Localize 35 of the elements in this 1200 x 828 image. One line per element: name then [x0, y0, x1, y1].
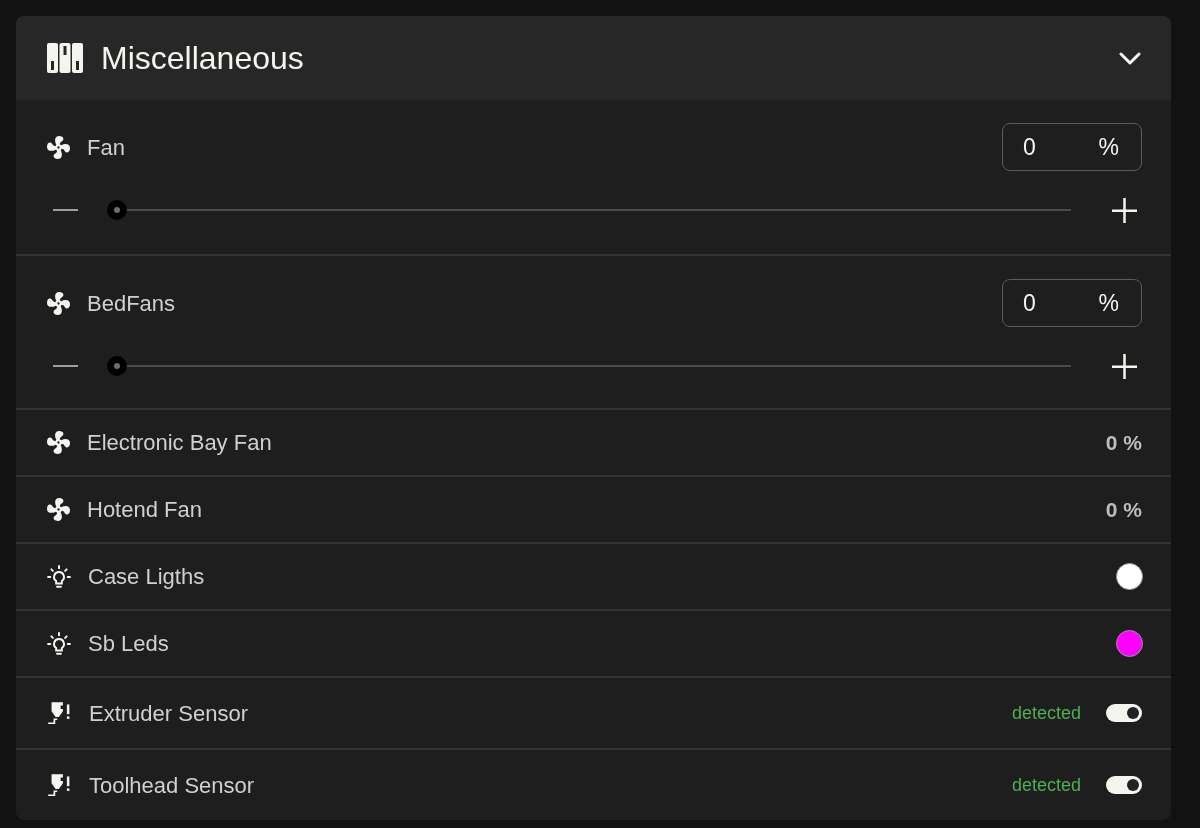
item-label: Hotend Fan — [87, 496, 202, 524]
percent-field[interactable]: 0 % — [1002, 123, 1142, 171]
toggle-switch[interactable] — [1106, 704, 1142, 722]
item-label: Toolhead Sensor — [89, 771, 255, 800]
item-label: Extruder Sensor — [89, 699, 248, 728]
minus-icon — [52, 365, 78, 367]
fan-reading: 0 % — [1105, 496, 1142, 523]
minus-icon — [52, 209, 78, 211]
item-label: Sb Leds — [88, 630, 169, 658]
lightbulb-icon — [47, 564, 71, 589]
plus-icon — [1111, 353, 1137, 379]
toggle-switch[interactable] — [1106, 776, 1142, 794]
item-label: BedFans — [87, 289, 176, 318]
item-label: Case Ligths — [88, 563, 205, 591]
item-label: Fan — [87, 133, 125, 162]
sensor-status: detected — [1011, 773, 1081, 797]
light-color-swatch[interactable] — [1116, 563, 1143, 590]
nozzle-alert-icon — [47, 773, 72, 797]
fan-icon — [47, 431, 70, 454]
light-color-swatch[interactable] — [1116, 630, 1143, 657]
plus-icon — [1111, 197, 1137, 223]
fan-icon — [47, 498, 70, 521]
nozzle-alert-icon — [47, 701, 72, 725]
slider-thumb[interactable] — [107, 356, 127, 376]
chevron-down-icon — [1119, 51, 1141, 65]
item-label: Electronic Bay Fan — [87, 429, 272, 457]
switches-icon — [47, 43, 83, 73]
panel-title: Miscellaneous — [101, 39, 304, 78]
fan-icon — [47, 291, 70, 315]
fan-reading: 0 % — [1105, 429, 1142, 456]
slider-thumb[interactable] — [107, 200, 127, 220]
sensor-status: detected — [1011, 701, 1081, 725]
fan-icon — [47, 135, 70, 159]
lightbulb-icon — [47, 631, 71, 656]
percent-field[interactable]: 0 % — [1002, 279, 1142, 327]
